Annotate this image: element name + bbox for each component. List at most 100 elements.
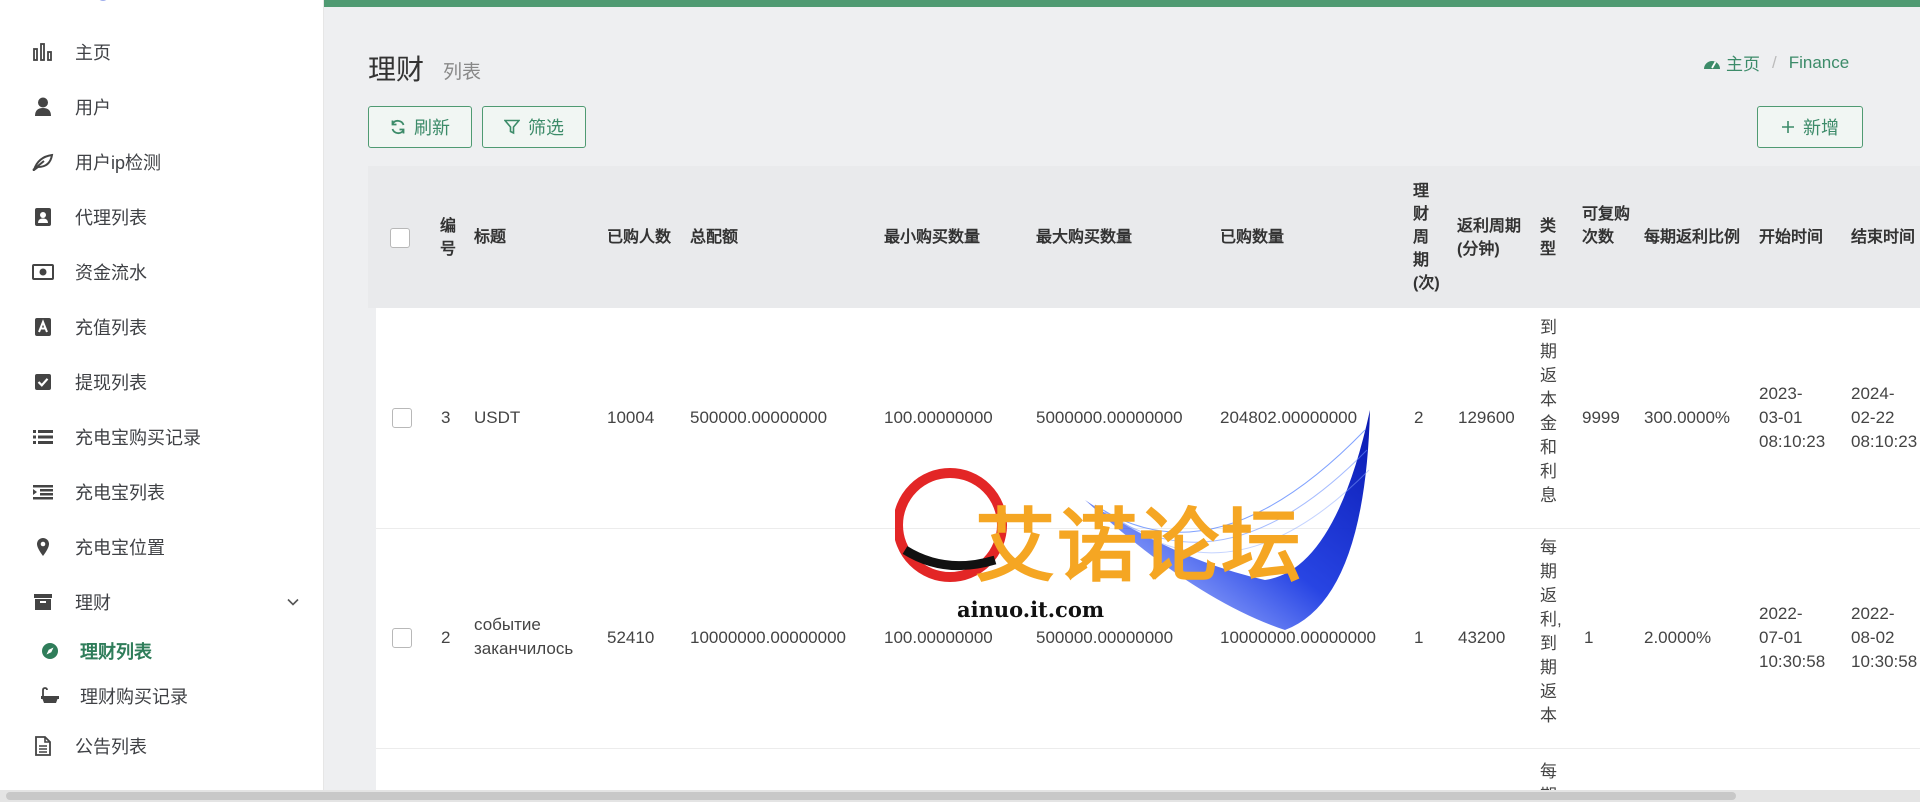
plus-icon [1782, 121, 1794, 133]
sidebar-item-label: 用户 [75, 98, 111, 118]
bath-icon [40, 686, 60, 706]
cell-type: 每期返利,到期返本 [1540, 538, 1562, 725]
map-marker-icon [32, 536, 54, 558]
sidebar-item-finance[interactable]: 理财 [0, 582, 324, 622]
logo-icon [99, 0, 107, 1]
letter-a-icon [32, 316, 54, 338]
indent-icon [32, 481, 54, 503]
cell-periods: 2 [1414, 408, 1424, 427]
row-checkbox[interactable] [392, 628, 412, 648]
cell-quota: 10000000.00000000 [690, 628, 846, 647]
archive-icon [32, 591, 54, 613]
sidebar-item-recharges[interactable]: 充值列表 [0, 307, 324, 347]
cell-end-time: 2022- 08-02 10:30:58 [1851, 604, 1918, 671]
row-divider [376, 748, 1920, 749]
sidebar-item-fund-flow[interactable]: 资金流水 [0, 252, 324, 292]
cell-max-purchase: 5000000.00000000 [1036, 408, 1183, 427]
sidebar-item-label: 提现列表 [75, 373, 147, 393]
breadcrumb-home-link[interactable]: 主页 [1726, 50, 1760, 75]
sidebar-item-home[interactable]: 主页 [0, 32, 324, 72]
sidebar-subitem-label: 理财列表 [80, 642, 152, 662]
row-divider [376, 528, 1920, 529]
sidebar-item-label: 用户ip检测 [75, 153, 162, 173]
list-icon [32, 426, 54, 448]
page-title: 理财 [368, 54, 425, 85]
row-checkbox[interactable] [392, 408, 412, 428]
column-header-periods[interactable]: 理财周期(次) [1413, 180, 1440, 295]
column-header-start-time[interactable]: 开始时间 [1759, 226, 1823, 249]
refresh-icon [391, 119, 405, 135]
filter-icon [504, 119, 520, 135]
cell-buyers: 10004 [607, 408, 655, 427]
sidebar-item-label: 公告列表 [75, 737, 147, 757]
sidebar-subitem-finance-purchases[interactable]: 理财购买记录 [0, 678, 324, 714]
cell-periods: 1 [1414, 628, 1424, 647]
cell-ratio: 2.0000% [1644, 628, 1712, 647]
sidebar-item-label: 充值列表 [75, 318, 147, 338]
chevron-down-icon[interactable] [286, 595, 300, 609]
refresh-button[interactable]: 刷新 [368, 106, 472, 148]
cell-bought: 204802.00000000 [1220, 408, 1358, 427]
file-text-icon [32, 735, 54, 757]
refresh-button-label: 刷新 [414, 118, 450, 138]
column-header-repurchase[interactable]: 可复购次数 [1582, 203, 1632, 249]
cell-type: 到期返本金和利息 [1540, 318, 1557, 505]
column-header-id[interactable]: 编号 [440, 215, 460, 261]
breadcrumb-current: Finance [1788, 52, 1850, 72]
sidebar-item-label: 资金流水 [75, 263, 147, 283]
column-header-type[interactable]: 类型 [1540, 215, 1560, 261]
column-header-bought[interactable]: 已购数量 [1220, 226, 1284, 249]
sidebar-item-label: 充电宝位置 [75, 538, 165, 558]
sidebar-item-announcements[interactable]: 公告列表 [0, 726, 324, 766]
column-header-cycle[interactable]: 返利周期(分钟) [1457, 215, 1525, 261]
add-button[interactable]: 新增 [1757, 106, 1863, 148]
select-all-checkbox[interactable] [390, 228, 410, 248]
cell-cycle: 43200 [1458, 628, 1506, 647]
sidebar-subitem-label: 理财购买记录 [80, 687, 188, 707]
sidebar-item-label: 充电宝购买记录 [75, 428, 201, 448]
column-header-title[interactable]: 标题 [474, 226, 506, 249]
cell-max-purchase: 500000.00000000 [1036, 628, 1174, 647]
cell-start-time: 2022- 07-01 10:30:58 [1759, 604, 1826, 671]
cell-ratio: 300.0000% [1644, 408, 1731, 427]
add-button-label: 新增 [1803, 118, 1839, 138]
sidebar-item-user-ip-check[interactable]: 用户ip检测 [0, 142, 324, 182]
dashboard-icon [1704, 60, 1720, 69]
breadcrumb-separator: / [1772, 52, 1777, 72]
contact-card-icon [32, 206, 54, 228]
breadcrumb: 主页 / Finance [1703, 50, 1849, 75]
cell-min-purchase: 100.00000000 [884, 628, 993, 647]
sidebar-item-users[interactable]: 用户 [0, 87, 324, 127]
sidebar-item-agents[interactable]: 代理列表 [0, 197, 324, 237]
user-icon [32, 96, 54, 118]
column-header-quota[interactable]: 总配额 [690, 226, 738, 249]
finance-table: 编号 标题 已购人数 总配额 最小购买数量 最大购买数量 已购数量 理财周期(次… [368, 166, 1920, 790]
sidebar-item-label: 充电宝列表 [75, 483, 165, 503]
sidebar-item-powerbanks[interactable]: 充电宝列表 [0, 472, 324, 512]
cell-id: 3 [441, 408, 451, 427]
column-header-max-purchase[interactable]: 最大购买数量 [1036, 226, 1132, 249]
cell-id: 2 [441, 628, 451, 647]
check-square-icon [32, 371, 54, 393]
sidebar-subitem-finance-list[interactable]: 理财列表 [0, 633, 324, 669]
cell-quota: 500000.00000000 [690, 408, 828, 427]
column-header-buyers[interactable]: 已购人数 [607, 226, 671, 249]
column-header-end-time[interactable]: 结束时间 [1851, 226, 1915, 249]
sidebar-item-powerbank-purchases[interactable]: 充电宝购买记录 [0, 417, 324, 457]
cell-title: USDT [474, 408, 521, 427]
filter-button[interactable]: 筛选 [482, 106, 586, 148]
column-header-ratio[interactable]: 每期返利比例 [1644, 226, 1740, 249]
sidebar-item-withdrawals[interactable]: 提现列表 [0, 362, 324, 402]
horizontal-scrollbar-thumb[interactable] [6, 792, 1736, 800]
sidebar-item-label: 代理列表 [75, 208, 147, 228]
sidebar-item-label: 主页 [75, 43, 111, 63]
column-header-min-purchase[interactable]: 最小购买数量 [884, 226, 980, 249]
cell-start-time: 2023- 03-01 08:10:23 [1759, 384, 1826, 451]
cell-bought: 10000000.00000000 [1220, 628, 1376, 647]
top-accent-bar [324, 0, 1920, 7]
cell-repurchase: 9999 [1582, 408, 1620, 427]
sidebar: 主页 用户 用户ip检测 代理列表 资金流水 充值列表 提现列表 充电宝购买记录… [0, 0, 324, 802]
sidebar-item-powerbank-locations[interactable]: 充电宝位置 [0, 527, 324, 567]
cell-type: 每期 [1540, 762, 1557, 790]
cell-min-purchase: 100.00000000 [884, 408, 993, 427]
